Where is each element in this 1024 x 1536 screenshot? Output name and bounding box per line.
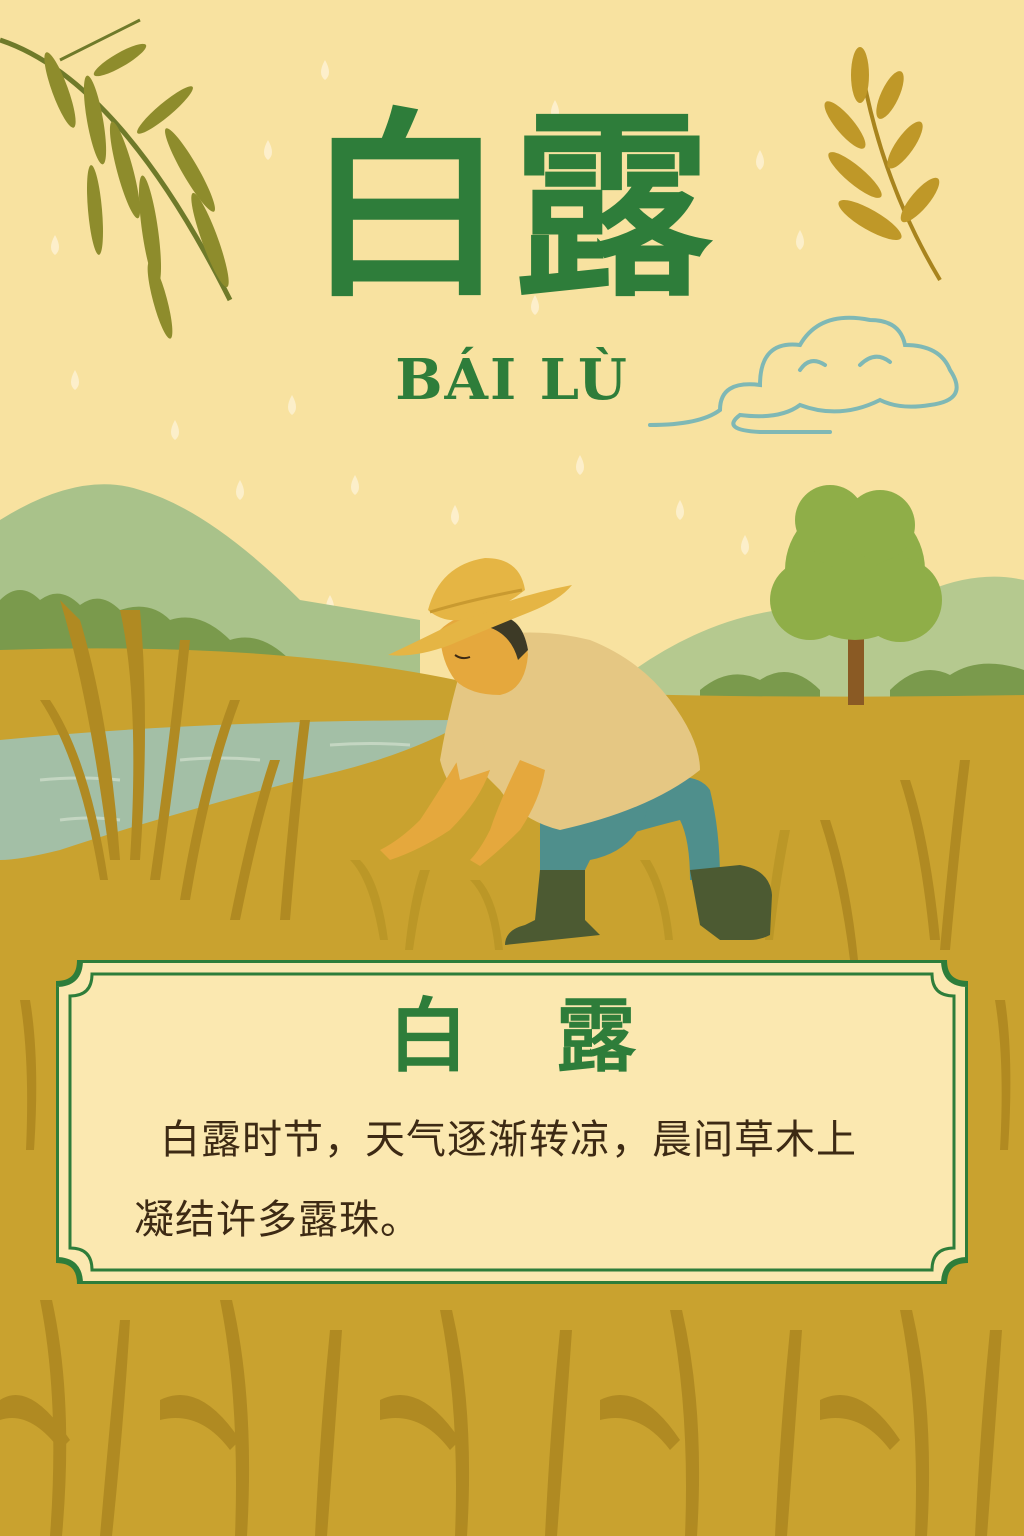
poster: 白露 BÁI LÙ 白 露 白露时节，天气逐渐转凉，晨间草木上凝结许多露珠。 [0,0,1024,1536]
card-title: 白 露 [388,989,666,1083]
card-description: 白露时节，天气逐渐转凉，晨间草木上凝结许多露珠。 [134,1117,857,1243]
page-title: 白露 [305,90,718,325]
info-card: 白 露 白露时节，天气逐渐转凉，晨间草木上凝结许多露珠。 [56,960,968,1284]
title-pinyin: BÁI LÙ [395,347,629,413]
